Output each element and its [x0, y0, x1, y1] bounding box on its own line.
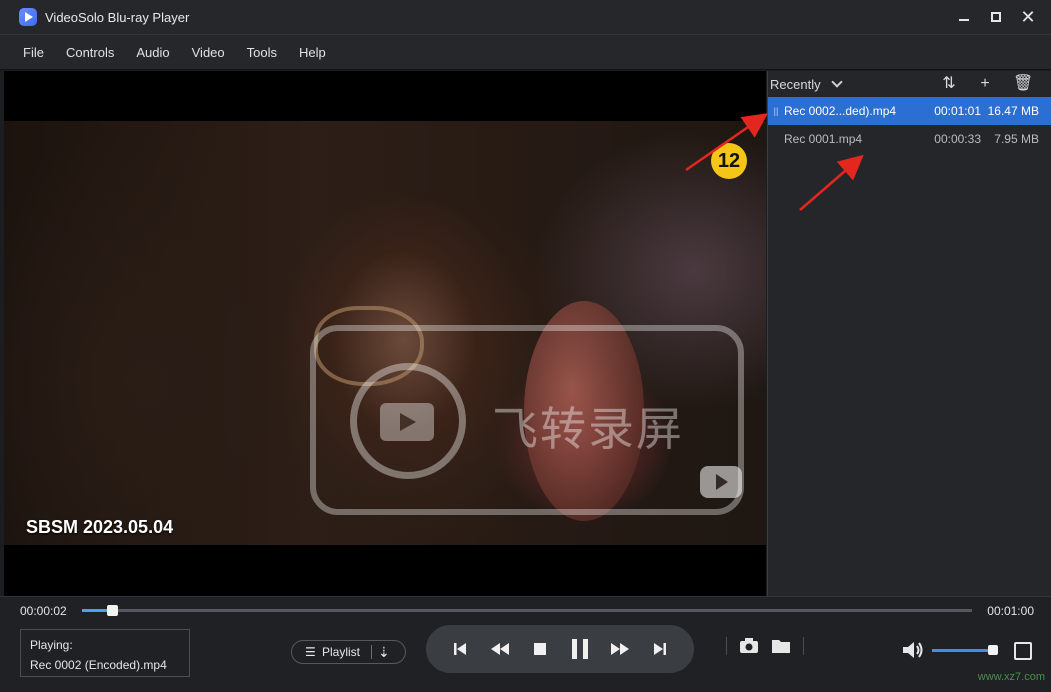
pause-state-icon: ||	[773, 106, 779, 116]
site-watermark: www.xz7.com	[977, 671, 1045, 683]
volume-group	[902, 641, 998, 659]
playlist-header: Recently ⇅ + 🗑	[768, 71, 1051, 97]
skip-previous-icon	[454, 643, 466, 655]
minimize-button[interactable]	[955, 8, 973, 26]
playlist-item-duration: 00:01:01	[934, 104, 981, 118]
add-icon[interactable]: +	[977, 76, 993, 92]
menu-audio[interactable]: Audio	[125, 45, 180, 60]
seek-handle[interactable]	[107, 605, 119, 616]
playlist-item-size: 7.95 MB	[994, 132, 1039, 146]
menu-file[interactable]: File	[12, 45, 55, 60]
pause-icon	[572, 639, 588, 659]
divider	[726, 637, 727, 655]
rewind-button[interactable]	[489, 638, 511, 660]
close-button[interactable]: ✕	[1019, 8, 1037, 26]
stop-icon	[534, 643, 546, 655]
transport-controls	[426, 625, 694, 673]
title-bar: VideoSolo Blu-ray Player ✕	[0, 0, 1051, 34]
video-frame: 飞转录屏 SBSM 2023.05.04	[4, 121, 766, 545]
divider	[803, 637, 804, 655]
pause-button[interactable]	[569, 638, 591, 660]
chevron-down-icon[interactable]	[830, 76, 843, 88]
fast-forward-icon	[611, 643, 629, 655]
playlist-item-name: Rec 0001.mp4	[784, 132, 863, 146]
now-playing-label: Playing:	[30, 638, 73, 652]
trash-icon[interactable]: 🗑	[1013, 76, 1033, 92]
divider	[371, 645, 373, 659]
playlist-button-label: Playlist	[322, 645, 361, 659]
watermark-tv-icon	[700, 466, 742, 498]
menu-controls[interactable]: Controls	[55, 45, 125, 60]
menu-video[interactable]: Video	[181, 45, 236, 60]
playlist-item[interactable]: Rec 0001.mp4 00:00:33 7.95 MB	[768, 125, 1051, 153]
skip-next-icon	[654, 643, 666, 655]
playlist-item[interactable]: || Rec 0002...ded).mp4 00:01:01 16.47 MB	[768, 97, 1051, 125]
stop-button[interactable]	[529, 638, 551, 660]
maximize-button[interactable]	[987, 8, 1005, 26]
volume-icon[interactable]	[902, 641, 924, 659]
video-viewport[interactable]: 飞转录屏 SBSM 2023.05.04 12	[4, 71, 766, 596]
menu-tools[interactable]: Tools	[236, 45, 288, 60]
menu-help[interactable]: Help	[288, 45, 337, 60]
camera-icon[interactable]	[739, 638, 759, 654]
snapshot-group	[726, 637, 804, 655]
total-time: 00:01:00	[987, 604, 1034, 618]
fast-forward-button[interactable]	[609, 638, 631, 660]
video-caption: SBSM 2023.05.04	[26, 517, 174, 537]
watermark-text: 飞转录屏	[492, 402, 684, 456]
sort-label[interactable]: Recently	[770, 77, 821, 92]
playlist-item-size: 16.47 MB	[987, 104, 1039, 118]
seek-bar[interactable]	[82, 605, 972, 616]
playlist-tools: ⇅ + 🗑	[941, 76, 1033, 92]
volume-handle[interactable]	[988, 644, 998, 655]
menu-bar: File Controls Audio Video Tools Help	[0, 34, 1051, 70]
minimize-icon	[959, 19, 969, 21]
fullscreen-button[interactable]	[1014, 642, 1032, 660]
now-playing-file: Rec 0002 (Encoded).mp4	[30, 658, 167, 672]
now-playing-box: Playing: Rec 0002 (Encoded).mp4	[20, 629, 190, 677]
window-controls: ✕	[955, 0, 1037, 34]
app-title: VideoSolo Blu-ray Player	[45, 9, 190, 25]
list-icon: ☰	[305, 645, 316, 659]
playlist-button[interactable]: ☰ Playlist ⇣	[291, 640, 406, 664]
annotation-badge: 12	[711, 143, 747, 179]
play-order-icon[interactable]: ⇣	[378, 644, 390, 661]
volume-slider[interactable]	[932, 644, 998, 655]
next-button[interactable]	[649, 638, 671, 660]
maximize-icon	[991, 12, 1001, 22]
folder-icon[interactable]	[771, 638, 791, 654]
current-time: 00:00:02	[20, 604, 67, 618]
playlist-panel: Recently ⇅ + 🗑 || Rec 0002...ded).mp4 00…	[767, 71, 1051, 596]
previous-button[interactable]	[449, 638, 471, 660]
close-icon: ✕	[1020, 7, 1036, 27]
playlist-item-duration: 00:00:33	[934, 132, 981, 146]
rewind-icon	[491, 643, 509, 655]
sort-order-icon[interactable]: ⇅	[941, 76, 957, 92]
watermark-camera-icon	[380, 403, 434, 441]
playlist-item-name: Rec 0002...ded).mp4	[784, 104, 897, 118]
app-logo-icon	[19, 8, 37, 26]
control-bar: 00:00:02 00:01:00 Playing: Rec 0002 (Enc…	[0, 596, 1051, 692]
